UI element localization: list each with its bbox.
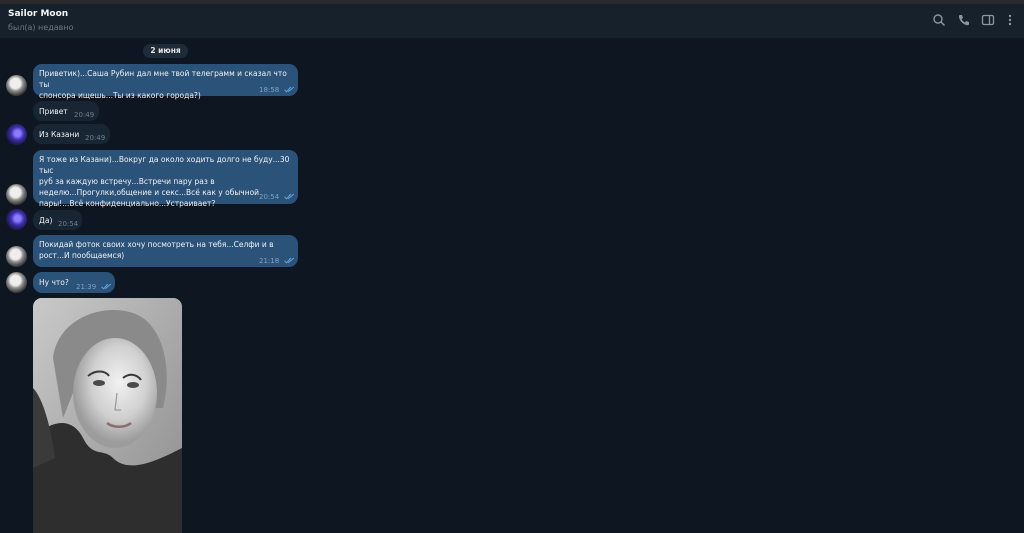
message-text: Из Казани <box>39 130 80 139</box>
avatar[interactable] <box>6 124 27 145</box>
chat-status: был(а) недавно <box>8 23 74 32</box>
phone-icon[interactable] <box>957 13 971 27</box>
date-separator: 2 июня <box>143 44 188 58</box>
message-line: Я тоже из Казани)...Вокруг да около ходи… <box>39 155 290 175</box>
read-ticks-icon <box>284 257 295 264</box>
message-time: 20:49 <box>85 134 106 142</box>
message-time: 18:58 <box>259 86 280 94</box>
message-line: Покидай фоток своих хочу посмотреть на т… <box>39 240 274 249</box>
selfie-photo-icon <box>33 298 182 533</box>
message-bubble-outgoing[interactable]: Я тоже из Казани)...Вокруг да около ходи… <box>33 150 298 208</box>
avatar[interactable] <box>6 246 27 267</box>
message-bubble-outgoing[interactable]: Покидай фоток своих хочу посмотреть на т… <box>33 235 298 267</box>
message-text: Привет <box>39 107 68 116</box>
message-line: руб за каждую встречу...Встречи пару раз… <box>39 177 215 186</box>
avatar[interactable] <box>6 184 27 205</box>
read-ticks-icon <box>101 283 112 290</box>
sidebar-toggle-icon[interactable] <box>981 13 995 27</box>
photo-message[interactable] <box>33 298 182 533</box>
message-text: Да) <box>39 216 53 225</box>
message-bubble-outgoing[interactable]: Приветик)...Саша Рубин дал мне твой теле… <box>33 64 298 100</box>
message-bubble-incoming[interactable]: Привет 20:49 <box>33 101 99 121</box>
message-time: 21:39 <box>76 283 97 291</box>
avatar[interactable] <box>6 272 27 293</box>
message-line: рост...И пообщаемся) <box>39 251 125 260</box>
message-text: Покидай фоток своих хочу посмотреть на т… <box>39 239 274 261</box>
message-bubble-outgoing[interactable]: Ну что? 21:39 <box>33 272 115 293</box>
avatar[interactable] <box>6 75 27 96</box>
message-text: Ну что? <box>39 278 69 287</box>
message-time: 20:54 <box>58 220 79 228</box>
message-time: 20:54 <box>259 193 280 201</box>
more-vertical-icon[interactable] <box>1003 13 1017 27</box>
chat-title[interactable]: Sailor Moon <box>8 9 68 19</box>
message-time: 20:49 <box>74 111 95 119</box>
avatar[interactable] <box>6 209 27 230</box>
message-bubble-incoming[interactable]: Из Казани 20:49 <box>33 124 110 144</box>
read-ticks-icon <box>284 86 295 93</box>
chat-header[interactable]: Sailor Moon был(а) недавно <box>0 4 1024 38</box>
read-ticks-icon <box>284 193 295 200</box>
search-icon[interactable] <box>932 13 946 27</box>
message-bubble-incoming[interactable]: Да) 20:54 <box>33 210 82 230</box>
message-time: 21:18 <box>259 257 280 265</box>
